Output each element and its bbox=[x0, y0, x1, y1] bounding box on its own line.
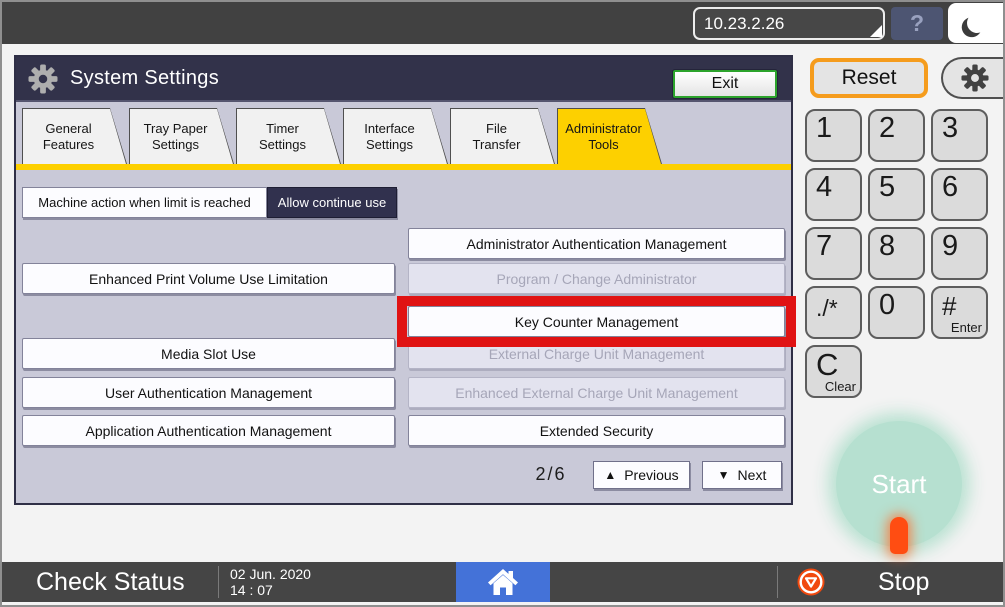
tab-timer-settings[interactable]: TimerSettings bbox=[236, 108, 341, 164]
extended-security-button[interactable]: Extended Security bbox=[408, 415, 785, 446]
tab-tray-paper-settings[interactable]: Tray PaperSettings bbox=[129, 108, 234, 164]
gear-icon bbox=[28, 64, 58, 94]
top-status-bar: 10.23.2.26 ? bbox=[2, 2, 1003, 44]
time-label: 14 : 07 bbox=[230, 582, 311, 598]
separator bbox=[218, 566, 219, 598]
program-change-administrator-button[interactable]: Program / Change Administrator bbox=[408, 263, 785, 294]
gear-icon bbox=[961, 64, 989, 92]
tab-administrator-tools[interactable]: AdministratorTools bbox=[557, 108, 662, 164]
separator bbox=[777, 566, 778, 598]
limit-action-label: Machine action when limit is reached bbox=[22, 187, 267, 218]
key-5[interactable]: 5 bbox=[868, 168, 925, 221]
tab-general-features[interactable]: GeneralFeatures bbox=[22, 108, 127, 164]
key-1[interactable]: 1 bbox=[805, 109, 862, 162]
ip-address-value: 10.23.2.26 bbox=[704, 14, 784, 33]
tab-file-transfer[interactable]: FileTransfer bbox=[450, 108, 555, 164]
user-authentication-button[interactable]: User Authentication Management bbox=[22, 377, 395, 408]
administrator-authentication-button[interactable]: Administrator Authentication Management bbox=[408, 228, 785, 259]
clear-label: Clear bbox=[825, 379, 856, 394]
reset-button[interactable]: Reset bbox=[810, 58, 928, 98]
energy-saver-button[interactable] bbox=[948, 3, 1005, 43]
key-2[interactable]: 2 bbox=[868, 109, 925, 162]
next-button[interactable]: ▼ Next bbox=[702, 461, 782, 489]
key-7[interactable]: 7 bbox=[805, 227, 862, 280]
previous-button[interactable]: ▲ Previous bbox=[593, 461, 690, 489]
key-3[interactable]: 3 bbox=[931, 109, 988, 162]
key-6[interactable]: 6 bbox=[931, 168, 988, 221]
key-counter-management-button[interactable]: Key Counter Management bbox=[408, 306, 785, 337]
tab-bar: GeneralFeatures Tray PaperSettings Timer… bbox=[22, 108, 664, 164]
exit-button[interactable]: Exit bbox=[673, 70, 777, 98]
active-tab-strip bbox=[16, 164, 791, 170]
key-enter[interactable]: # Enter bbox=[931, 286, 988, 339]
home-icon bbox=[487, 567, 519, 597]
key-0[interactable]: 0 bbox=[868, 286, 925, 339]
home-button[interactable] bbox=[456, 562, 550, 602]
enhanced-print-volume-button[interactable]: Enhanced Print Volume Use Limitation bbox=[22, 263, 395, 294]
application-authentication-button[interactable]: Application Authentication Management bbox=[22, 415, 395, 446]
device-screen: 10.23.2.26 ? bbox=[0, 0, 1005, 607]
page-indicator: 2/6 bbox=[521, 464, 581, 485]
stop-icon[interactable] bbox=[797, 568, 825, 596]
down-triangle-icon: ▼ bbox=[718, 468, 730, 482]
date-label: 02 Jun. 2020 bbox=[230, 566, 311, 582]
help-button[interactable]: ? bbox=[891, 7, 943, 40]
enter-label: Enter bbox=[951, 320, 982, 335]
key-8[interactable]: 8 bbox=[868, 227, 925, 280]
corner-triangle-icon bbox=[870, 25, 882, 37]
crescent-moon-icon bbox=[965, 11, 989, 35]
system-settings-panel: System Settings Exit GeneralFeatures Tra… bbox=[14, 55, 793, 505]
page-title: System Settings bbox=[70, 67, 219, 90]
stop-label: Stop bbox=[878, 562, 929, 602]
tab-interface-settings[interactable]: InterfaceSettings bbox=[343, 108, 448, 164]
numeric-keypad: 1 2 3 4 5 6 7 8 9 ./* 0 # Enter bbox=[805, 109, 997, 339]
date-time: 02 Jun. 2020 14 : 07 bbox=[230, 566, 311, 598]
panel-title-bar: System Settings Exit bbox=[16, 57, 791, 102]
key-clear[interactable]: C Clear bbox=[805, 345, 862, 398]
external-charge-unit-button[interactable]: External Charge Unit Management bbox=[408, 338, 785, 369]
check-status-button[interactable]: Check Status bbox=[36, 562, 185, 602]
bottom-status-bar: Check Status 02 Jun. 2020 14 : 07 Stop bbox=[2, 562, 1003, 602]
tools-button[interactable] bbox=[941, 57, 1005, 99]
start-led-indicator bbox=[890, 517, 908, 554]
limit-action-value: Allow continue use bbox=[267, 187, 397, 218]
media-slot-use-button[interactable]: Media Slot Use bbox=[22, 338, 395, 369]
start-label: Start bbox=[872, 469, 927, 500]
question-mark-icon: ? bbox=[910, 10, 924, 37]
key-4[interactable]: 4 bbox=[805, 168, 862, 221]
enhanced-external-charge-unit-button[interactable]: Enhanced External Charge Unit Management bbox=[408, 377, 785, 408]
key-9[interactable]: 9 bbox=[931, 227, 988, 280]
up-triangle-icon: ▲ bbox=[604, 468, 616, 482]
key-point-star[interactable]: ./* bbox=[805, 286, 862, 339]
ip-address-field[interactable]: 10.23.2.26 bbox=[693, 7, 885, 40]
